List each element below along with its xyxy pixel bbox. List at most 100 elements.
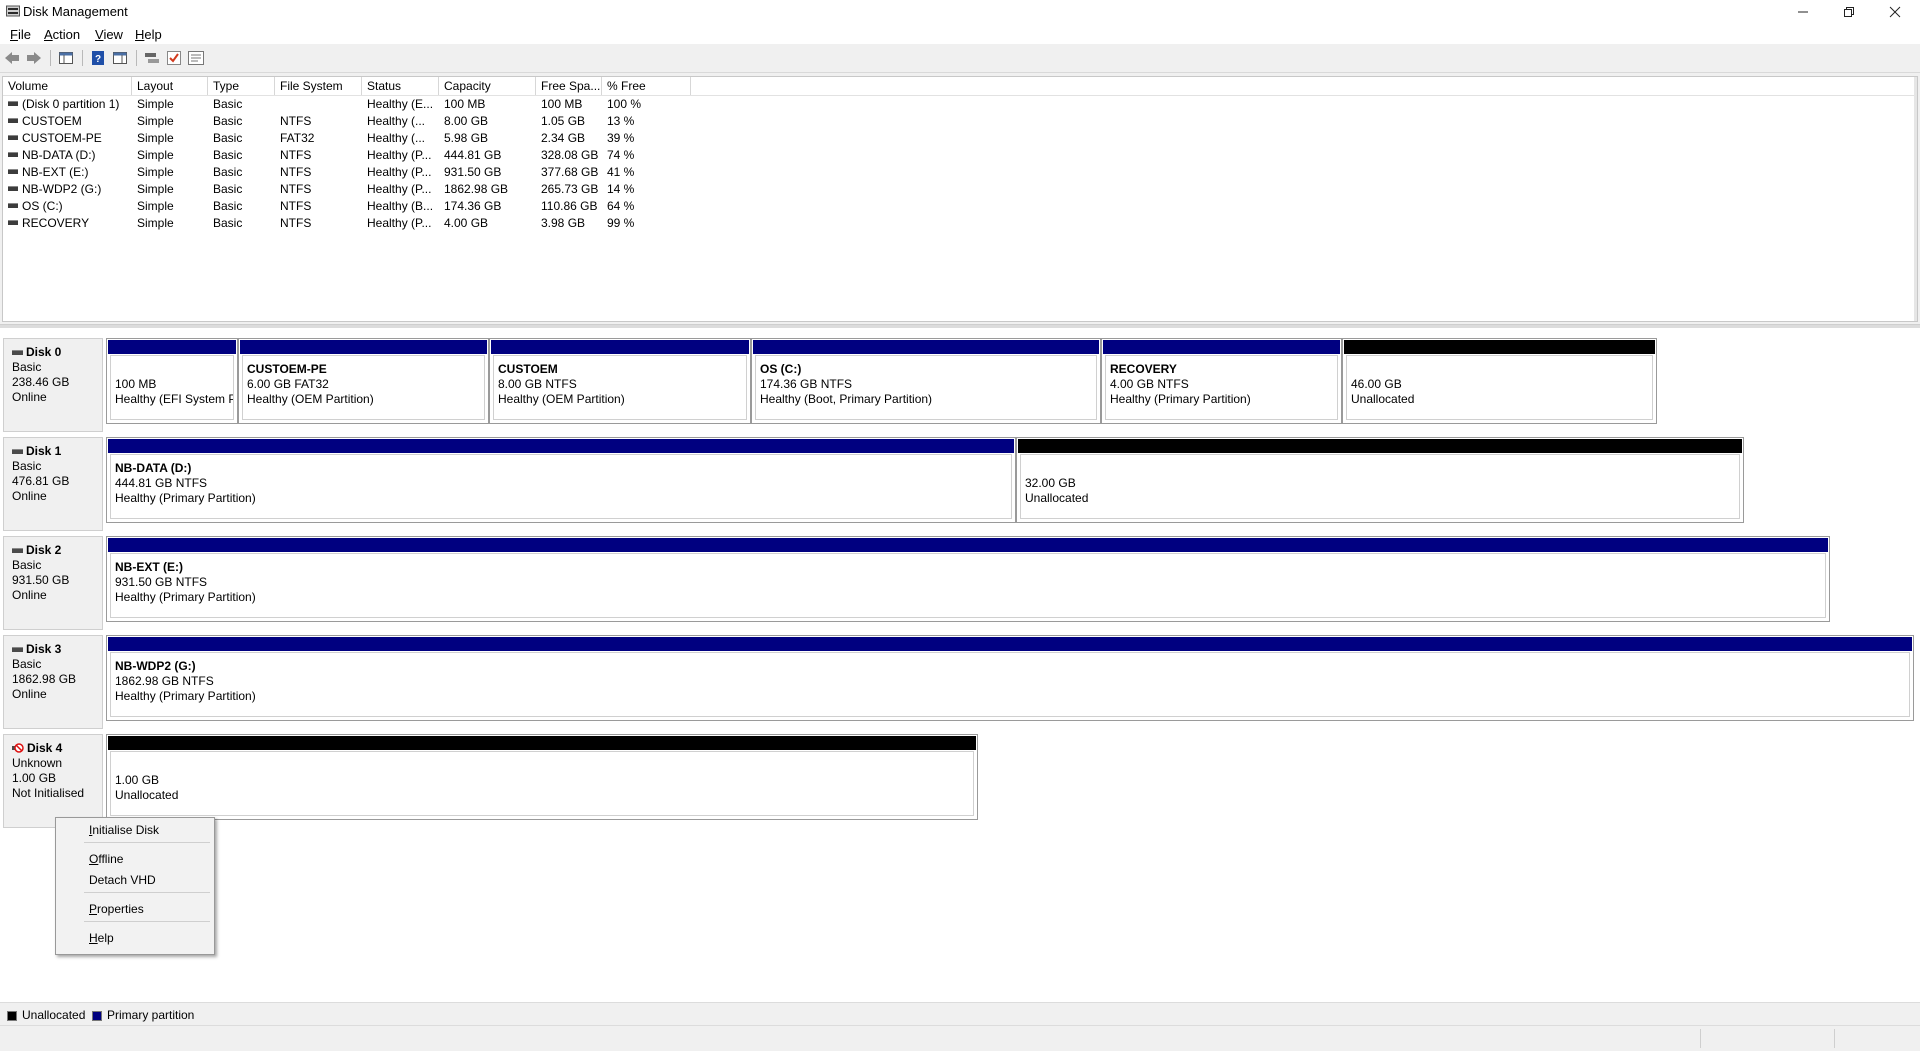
- volume-list[interactable]: Volume Layout Type File System Status Ca…: [2, 76, 1918, 322]
- cell-file-system: NTFS: [280, 216, 312, 230]
- table-row[interactable]: NB-EXT (E:) Simple Basic NTFS Healthy (P... 9…: [3, 164, 1917, 181]
- check-button[interactable]: [164, 48, 184, 68]
- cell-free-space: 2.34 GB: [541, 131, 586, 145]
- cell-volume: NB-DATA (D:): [3, 147, 132, 164]
- cell-free-space: 377.68 GB: [541, 165, 599, 179]
- cell-capacity: 174.36 GB: [444, 199, 502, 213]
- partition-color-bar: [1018, 439, 1742, 453]
- cell-status: Healthy (P...: [367, 148, 432, 162]
- cell-volume: NB-EXT (E:): [3, 164, 132, 181]
- cell-percent-free: 39 %: [607, 131, 635, 145]
- cell-capacity: 4.00 GB: [444, 216, 489, 230]
- disk-icon: [12, 548, 23, 553]
- menu-file[interactable]: File: [10, 27, 31, 42]
- disk-1-label[interactable]: Disk 1 Basic 476.81 GB Online: [3, 437, 103, 531]
- cell-volume: CUSTOEM: [3, 113, 132, 130]
- column-free-space[interactable]: Free Spa...: [536, 77, 602, 95]
- partition-nb-wdp2-g[interactable]: NB-WDP2 (G:) 1862.98 GB NTFS Healthy (Pr…: [106, 635, 1914, 721]
- cell-status: Healthy (...: [367, 114, 426, 128]
- column-percent-free[interactable]: % Free: [602, 77, 691, 95]
- table-row[interactable]: (Disk 0 partition 1) Simple Basic Healthy (…: [3, 96, 1917, 113]
- cell-percent-free: 41 %: [607, 165, 635, 179]
- forward-button[interactable]: [24, 48, 44, 68]
- disk-0-label[interactable]: Disk 0 Basic 238.46 GB Online: [3, 338, 103, 432]
- cell-file-system: FAT32: [280, 131, 315, 145]
- cell-layout: Simple: [137, 148, 174, 162]
- show-pane-button[interactable]: [110, 48, 130, 68]
- cell-layout: Simple: [137, 131, 174, 145]
- partition-color-bar: [491, 340, 749, 354]
- menu-item-properties[interactable]: Properties: [89, 902, 144, 916]
- partition-efi[interactable]: 100 MB Healthy (EFI System Pa: [106, 338, 238, 424]
- cell-type: Basic: [213, 216, 243, 230]
- partition-color-bar: [753, 340, 1099, 354]
- cell-volume: OS (C:): [3, 198, 132, 215]
- close-button[interactable]: [1872, 0, 1918, 24]
- restore-button[interactable]: [1826, 0, 1872, 24]
- help-button[interactable]: ?: [88, 48, 108, 68]
- table-row[interactable]: CUSTOEM-PE Simple Basic FAT32 Healthy (... 5.…: [3, 130, 1917, 147]
- rescan-button[interactable]: [142, 48, 162, 68]
- column-status[interactable]: Status: [362, 77, 439, 95]
- column-layout[interactable]: Layout: [132, 77, 208, 95]
- disk-2-label[interactable]: Disk 2 Basic 931.50 GB Online: [3, 536, 103, 630]
- partition-custoem-pe[interactable]: CUSTOEM-PE 6.00 GB FAT32 Healthy (OEM Pa…: [238, 338, 489, 424]
- menu-view[interactable]: View: [95, 27, 123, 42]
- show-pane-icon: [113, 52, 127, 64]
- column-volume[interactable]: Volume: [3, 77, 132, 95]
- partition-recovery[interactable]: RECOVERY 4.00 GB NTFS Healthy (Primary P…: [1101, 338, 1342, 424]
- disk-management-app-icon: [6, 5, 20, 17]
- disk-4-label[interactable]: Disk 4 Unknown 1.00 GB Not Initialised: [3, 734, 103, 828]
- toolbar-separator: [82, 50, 83, 66]
- table-row[interactable]: CUSTOEM Simple Basic NTFS Healthy (... 8.00 G…: [3, 113, 1917, 130]
- back-icon: [5, 52, 19, 64]
- properties-icon: [188, 51, 204, 65]
- volume-icon: [8, 186, 18, 192]
- cell-free-space: 265.73 GB: [541, 182, 599, 196]
- minimize-button[interactable]: [1780, 0, 1826, 24]
- table-row[interactable]: OS (C:) Simple Basic NTFS Healthy (B... 174.3…: [3, 198, 1917, 215]
- back-button[interactable]: [2, 48, 22, 68]
- cell-type: Basic: [213, 114, 243, 128]
- volume-list-scrollbar[interactable]: [1914, 77, 1917, 321]
- menu-item-offline[interactable]: Offline: [89, 852, 123, 866]
- cell-percent-free: 100 %: [607, 97, 642, 111]
- cell-volume: CUSTOEM-PE: [3, 130, 132, 147]
- partition-unallocated[interactable]: 32.00 GB Unallocated: [1016, 437, 1744, 523]
- partition-custoem[interactable]: CUSTOEM 8.00 GB NTFS Healthy (OEM Partit…: [489, 338, 751, 424]
- partition-unallocated[interactable]: 46.00 GB Unallocated: [1342, 338, 1657, 424]
- toolbar-separator: [50, 50, 51, 66]
- partition-color-bar: [240, 340, 487, 354]
- partition-unallocated[interactable]: 1.00 GB Unallocated: [106, 734, 978, 820]
- menu-item-initialise-disk[interactable]: Initialise Disk: [89, 823, 159, 837]
- menu-item-detach-vhd[interactable]: Detach VHD: [89, 873, 156, 887]
- table-row[interactable]: NB-WDP2 (G:) Simple Basic NTFS Healthy (P...…: [3, 181, 1917, 198]
- partition-color-bar: [108, 340, 236, 354]
- partition-nb-data-d[interactable]: NB-DATA (D:) 444.81 GB NTFS Healthy (Pri…: [106, 437, 1016, 523]
- column-type[interactable]: Type: [208, 77, 275, 95]
- console-tree-button[interactable]: [56, 48, 76, 68]
- cell-status: Healthy (B...: [367, 199, 434, 213]
- properties-button[interactable]: [186, 48, 206, 68]
- cell-volume: (Disk 0 partition 1): [3, 96, 132, 113]
- cell-file-system: NTFS: [280, 165, 312, 179]
- column-file-system[interactable]: File System: [275, 77, 362, 95]
- menu-item-help[interactable]: Help: [89, 931, 114, 945]
- disk-3-label[interactable]: Disk 3 Basic 1862.98 GB Online: [3, 635, 103, 729]
- cell-volume: NB-WDP2 (G:): [3, 181, 132, 198]
- menu-help[interactable]: Help: [135, 27, 162, 42]
- partition-os-c[interactable]: OS (C:) 174.36 GB NTFS Healthy (Boot, Pr…: [751, 338, 1101, 424]
- partition-nb-ext-e[interactable]: NB-EXT (E:) 931.50 GB NTFS Healthy (Prim…: [106, 536, 1830, 622]
- cell-percent-free: 13 %: [607, 114, 635, 128]
- column-capacity[interactable]: Capacity: [439, 77, 536, 95]
- cell-type: Basic: [213, 165, 243, 179]
- checkmark-icon: [167, 51, 181, 65]
- partition-color-bar: [108, 637, 1912, 651]
- menu-bar: File Action View Help: [0, 24, 1920, 44]
- toolbar-separator: [136, 50, 137, 66]
- cell-status: Healthy (P...: [367, 165, 432, 179]
- cell-capacity: 1862.98 GB: [444, 182, 509, 196]
- menu-action[interactable]: Action: [44, 27, 80, 42]
- table-row[interactable]: NB-DATA (D:) Simple Basic NTFS Healthy (P...…: [3, 147, 1917, 164]
- table-row[interactable]: RECOVERY Simple Basic NTFS Healthy (P... 4.00…: [3, 215, 1917, 232]
